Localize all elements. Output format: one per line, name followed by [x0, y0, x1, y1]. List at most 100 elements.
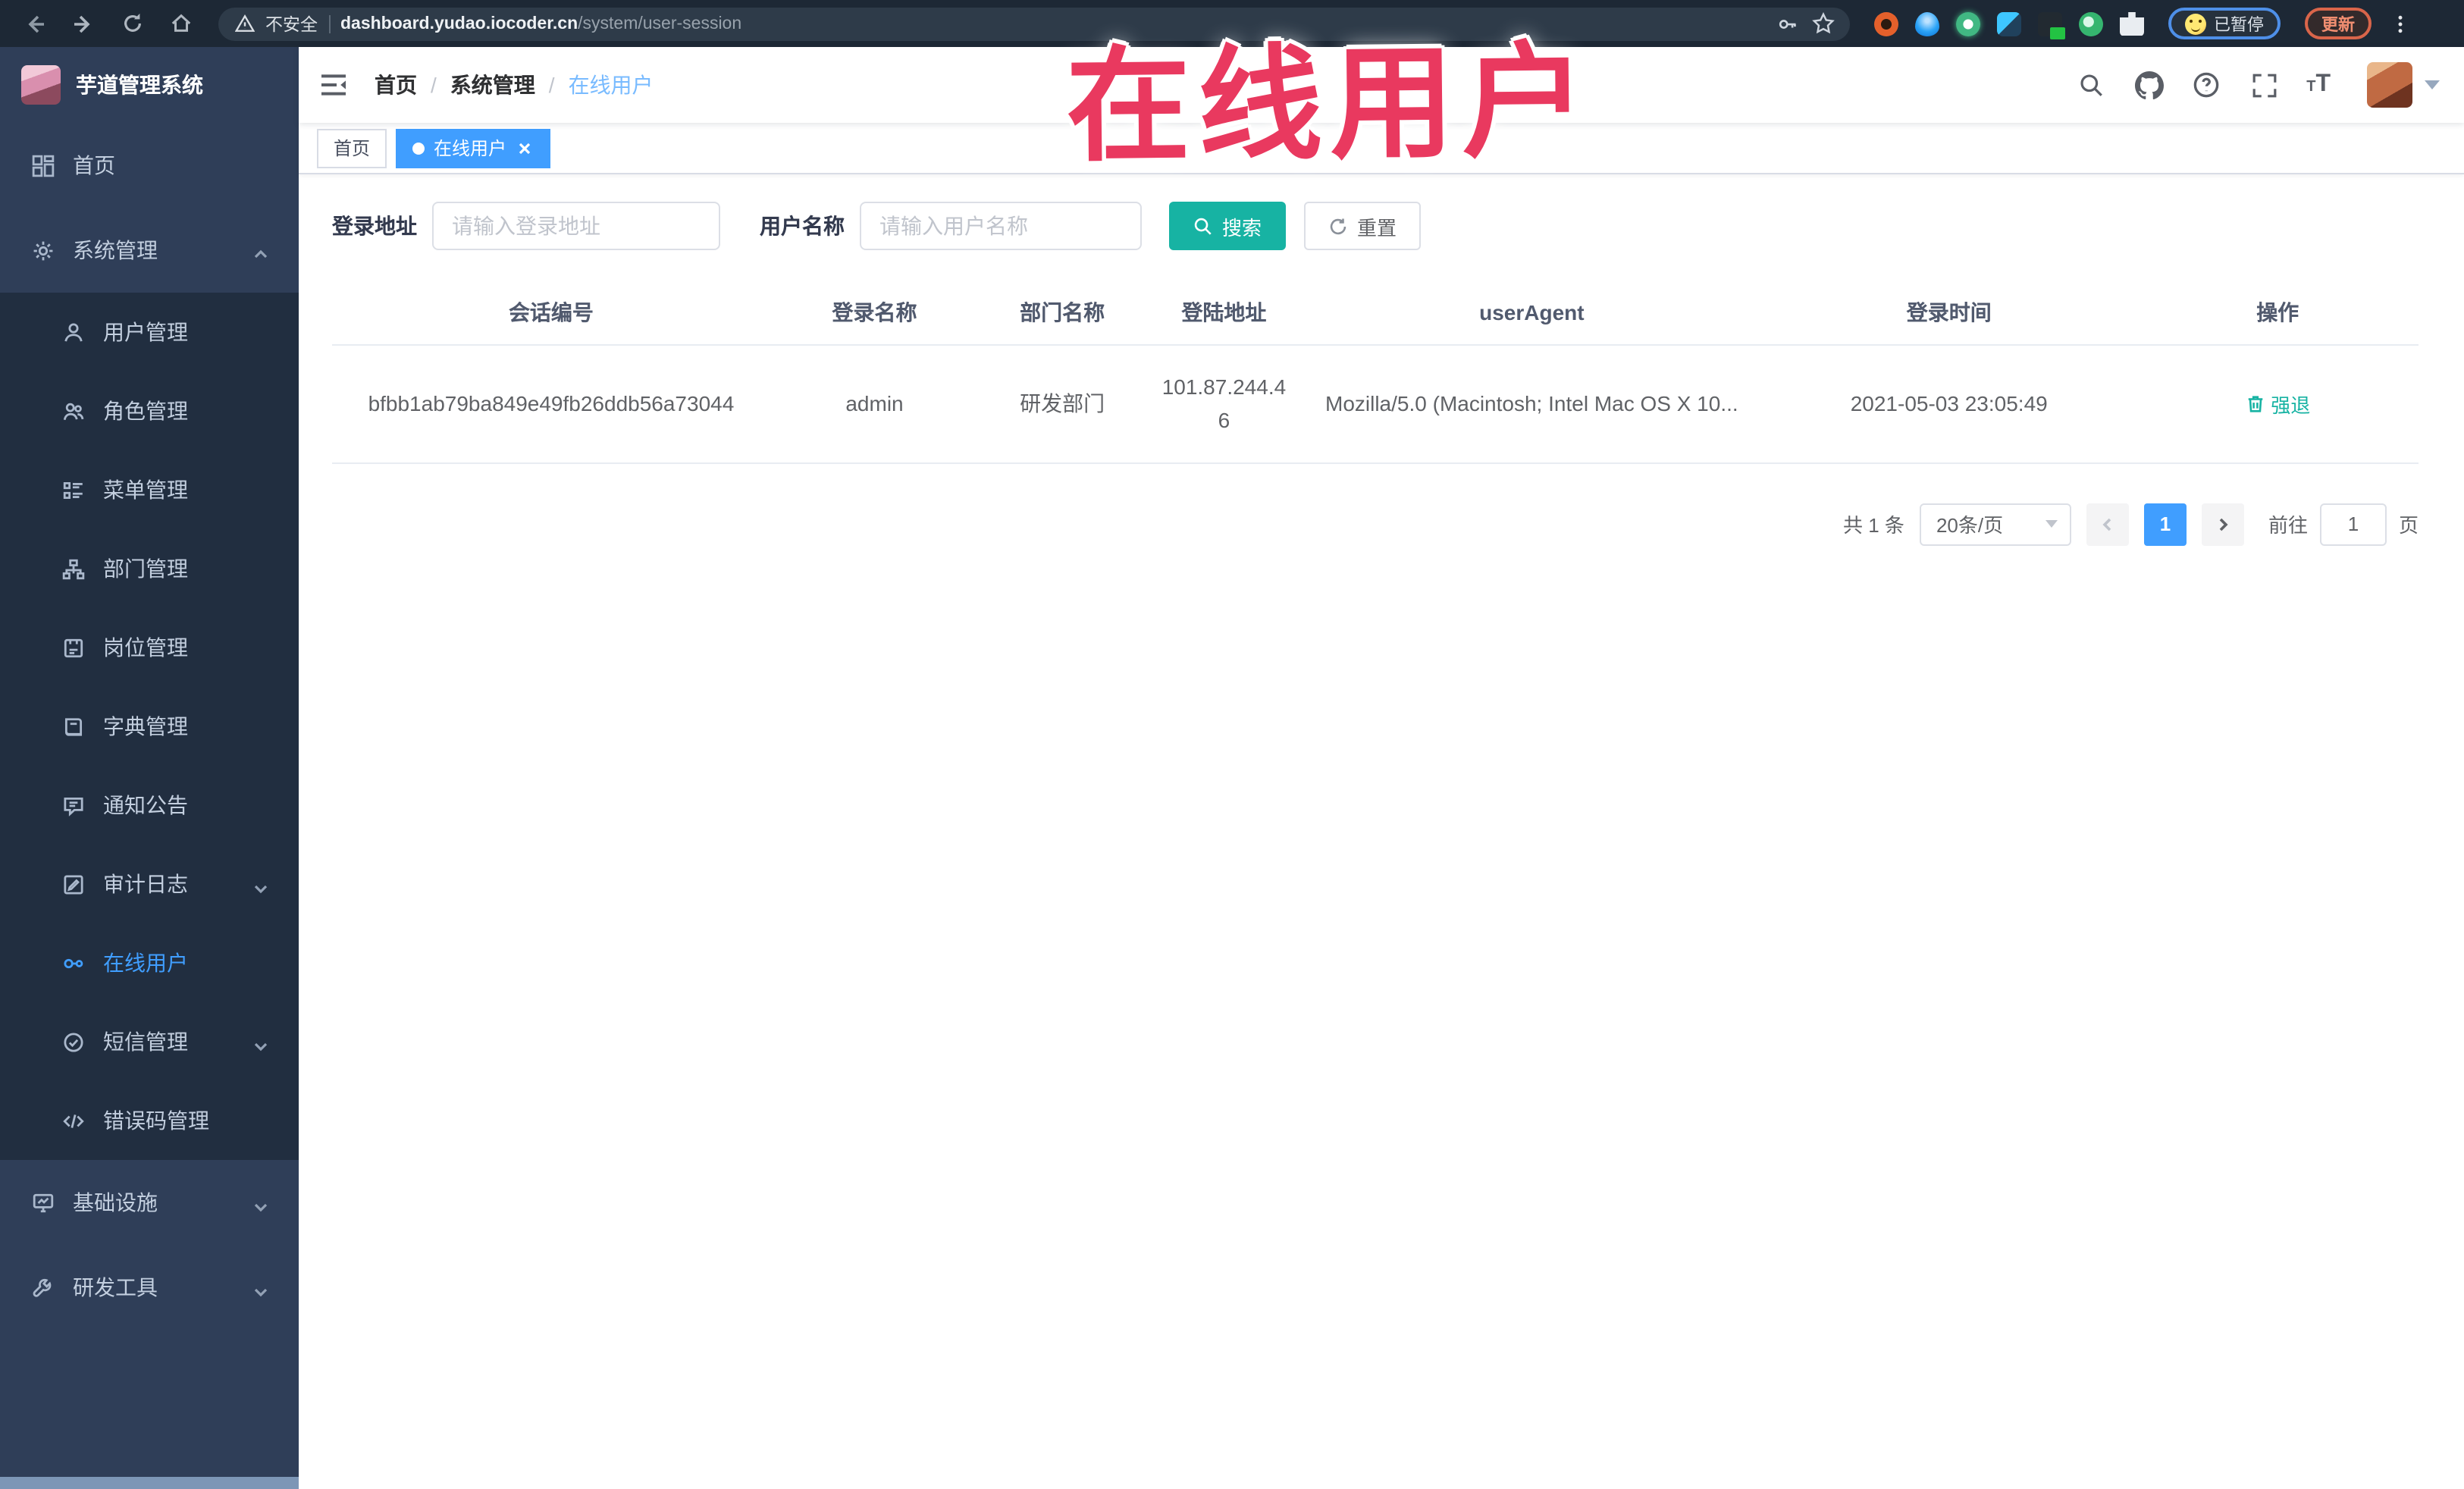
cell-login-address: 101.87.244.46 — [1146, 345, 1303, 464]
navbar: 首页 / 系统管理 / 在线用户 TT — [299, 47, 2464, 123]
breadcrumb: 首页 / 系统管理 / 在线用户 — [375, 70, 654, 100]
filter-form: 登录地址 用户名称 搜索 重置 — [332, 202, 2419, 250]
sidebar-item-label: 短信管理 — [103, 1030, 188, 1054]
profile-paused-chip[interactable]: 已暂停 — [2168, 8, 2281, 39]
page-number-button[interactable]: 1 — [2143, 503, 2187, 546]
table-row: bfbb1ab79ba849e49fb26ddb56a73044 admin 研… — [332, 345, 2419, 464]
sidebar-item-label: 首页 — [73, 153, 115, 177]
sidebar-item-devtools[interactable]: 研发工具 — [0, 1245, 299, 1330]
back-icon[interactable] — [15, 4, 55, 43]
roles-icon — [61, 399, 85, 423]
tags-view: 首页 在线用户 — [299, 123, 2464, 174]
hamburger-icon[interactable] — [317, 68, 350, 102]
sidebar-item-role-mgmt[interactable]: 角色管理 — [0, 371, 299, 450]
audit-log-icon — [61, 872, 85, 896]
bookmark-star-icon[interactable] — [1810, 11, 1835, 36]
page-unit-label: 页 — [2398, 514, 2419, 538]
blue-extension-icon[interactable] — [1997, 11, 2021, 36]
sidebar-item-dict-mgmt[interactable]: 字典管理 — [0, 687, 299, 766]
search-button[interactable]: 搜索 — [1169, 202, 1287, 250]
tag-home[interactable]: 首页 — [317, 128, 387, 168]
search-icon[interactable] — [2076, 70, 2106, 100]
prev-page-button[interactable] — [2086, 503, 2129, 546]
force-logout-button[interactable]: 强退 — [2245, 390, 2310, 418]
tag-label: 首页 — [334, 138, 371, 159]
sidebar-item-menu-mgmt[interactable]: 菜单管理 — [0, 450, 299, 529]
extensions-puzzle-icon[interactable] — [2120, 11, 2144, 36]
address-bar[interactable]: 不安全 dashboard.yudao.iocoder.cn/system/us… — [218, 7, 1850, 40]
sidebar-item-system[interactable]: 系统管理 — [0, 208, 299, 293]
key-icon[interactable] — [1776, 11, 1800, 36]
announcement-icon — [61, 793, 85, 817]
sidebar-item-label: 岗位管理 — [103, 635, 188, 660]
sidebar-item-notice[interactable]: 通知公告 — [0, 766, 299, 845]
next-page-button[interactable] — [2201, 503, 2244, 546]
chevron-up-icon — [253, 243, 268, 259]
update-chip[interactable]: 更新 — [2305, 8, 2372, 39]
reload-icon[interactable] — [112, 4, 152, 43]
chevron-down-icon — [253, 876, 268, 894]
github-icon[interactable] — [2133, 70, 2164, 100]
logo-row[interactable]: 芋道管理系统 — [0, 47, 299, 123]
user-menu[interactable] — [2367, 62, 2440, 108]
avatar[interactable] — [2367, 62, 2412, 108]
total-count: 共 1 条 — [1843, 514, 1904, 538]
sidebar-item-error-code[interactable]: 错误码管理 — [0, 1081, 299, 1160]
username-input[interactable] — [860, 202, 1142, 250]
user-icon — [61, 320, 85, 344]
sidebar-item-infrastructure[interactable]: 基础设施 — [0, 1160, 299, 1245]
help-icon[interactable] — [2191, 70, 2221, 100]
chevron-down-icon — [253, 1195, 268, 1212]
vue-devtools-icon[interactable] — [1956, 11, 1980, 36]
url-domain: dashboard.yudao.iocoder.cn — [340, 14, 578, 33]
font-size-icon[interactable]: TT — [2306, 71, 2331, 99]
caret-down-icon — [2425, 80, 2440, 89]
badge-icon — [61, 635, 85, 660]
login-address-label: 登录地址 — [332, 214, 417, 238]
col-login-address: 登陆地址 — [1146, 284, 1303, 346]
fullscreen-icon[interactable] — [2249, 70, 2279, 100]
translate-extension-icon[interactable] — [2038, 11, 2065, 39]
security-label[interactable]: 不安全 — [265, 11, 318, 36]
breadcrumb-system[interactable]: 系统管理 — [450, 70, 535, 100]
cell-dept-name: 研发部门 — [979, 345, 1146, 464]
kebab-menu-icon[interactable] — [2381, 4, 2420, 43]
drop-extension-icon[interactable] — [1915, 11, 1939, 36]
sidebar-item-online-users[interactable]: 在线用户 — [0, 923, 299, 1002]
username-label: 用户名称 — [760, 214, 845, 238]
page-content: 登录地址 用户名称 搜索 重置 — [299, 174, 2464, 546]
url-text[interactable]: dashboard.yudao.iocoder.cn/system/user-s… — [340, 14, 741, 33]
sidebar-item-user-mgmt[interactable]: 用户管理 — [0, 293, 299, 371]
breadcrumb-separator: / — [548, 73, 555, 97]
logo-image — [21, 65, 61, 105]
page-size-select[interactable]: 20条/页 — [1919, 503, 2071, 546]
close-icon[interactable] — [516, 139, 534, 157]
sidebar-item-home[interactable]: 首页 — [0, 123, 299, 208]
app-title: 芋道管理系统 — [76, 73, 203, 97]
forward-icon[interactable] — [64, 4, 103, 43]
sidebar-item-audit-log[interactable]: 审计日志 — [0, 845, 299, 923]
breadcrumb-home[interactable]: 首页 — [375, 70, 417, 100]
sidebar-item-label: 基础设施 — [73, 1190, 158, 1215]
online-users-icon — [61, 951, 85, 975]
sidebar-item-dept-mgmt[interactable]: 部门管理 — [0, 529, 299, 608]
gear-icon — [30, 238, 55, 262]
orange-extension-icon[interactable] — [1874, 11, 1898, 36]
col-user-agent: userAgent — [1302, 284, 1762, 346]
sidebar-item-label: 系统管理 — [73, 238, 158, 262]
cell-login-time: 2021-05-03 23:05:49 — [1761, 345, 2137, 464]
sidebar-item-post-mgmt[interactable]: 岗位管理 — [0, 608, 299, 687]
login-address-input[interactable] — [432, 202, 720, 250]
home-icon[interactable] — [161, 4, 200, 43]
reset-button[interactable]: 重置 — [1304, 202, 1422, 250]
cell-session-id: bfbb1ab79ba849e49fb26ddb56a73044 — [332, 345, 770, 464]
main-area: 首页 / 系统管理 / 在线用户 TT 首页 在线用户 登录地址 请输入登录地址… — [299, 47, 2464, 1489]
green-extension-icon[interactable] — [2079, 11, 2103, 36]
tag-label: 在线用户 — [434, 138, 507, 159]
sidebar-item-label: 研发工具 — [73, 1275, 158, 1299]
goto-page-input[interactable] — [2319, 503, 2387, 546]
reset-button-label: 重置 — [1357, 216, 1397, 239]
tag-online-users[interactable]: 在线用户 — [396, 128, 551, 168]
sidebar-item-sms-mgmt[interactable]: 短信管理 — [0, 1002, 299, 1081]
dict-book-icon — [61, 714, 85, 738]
